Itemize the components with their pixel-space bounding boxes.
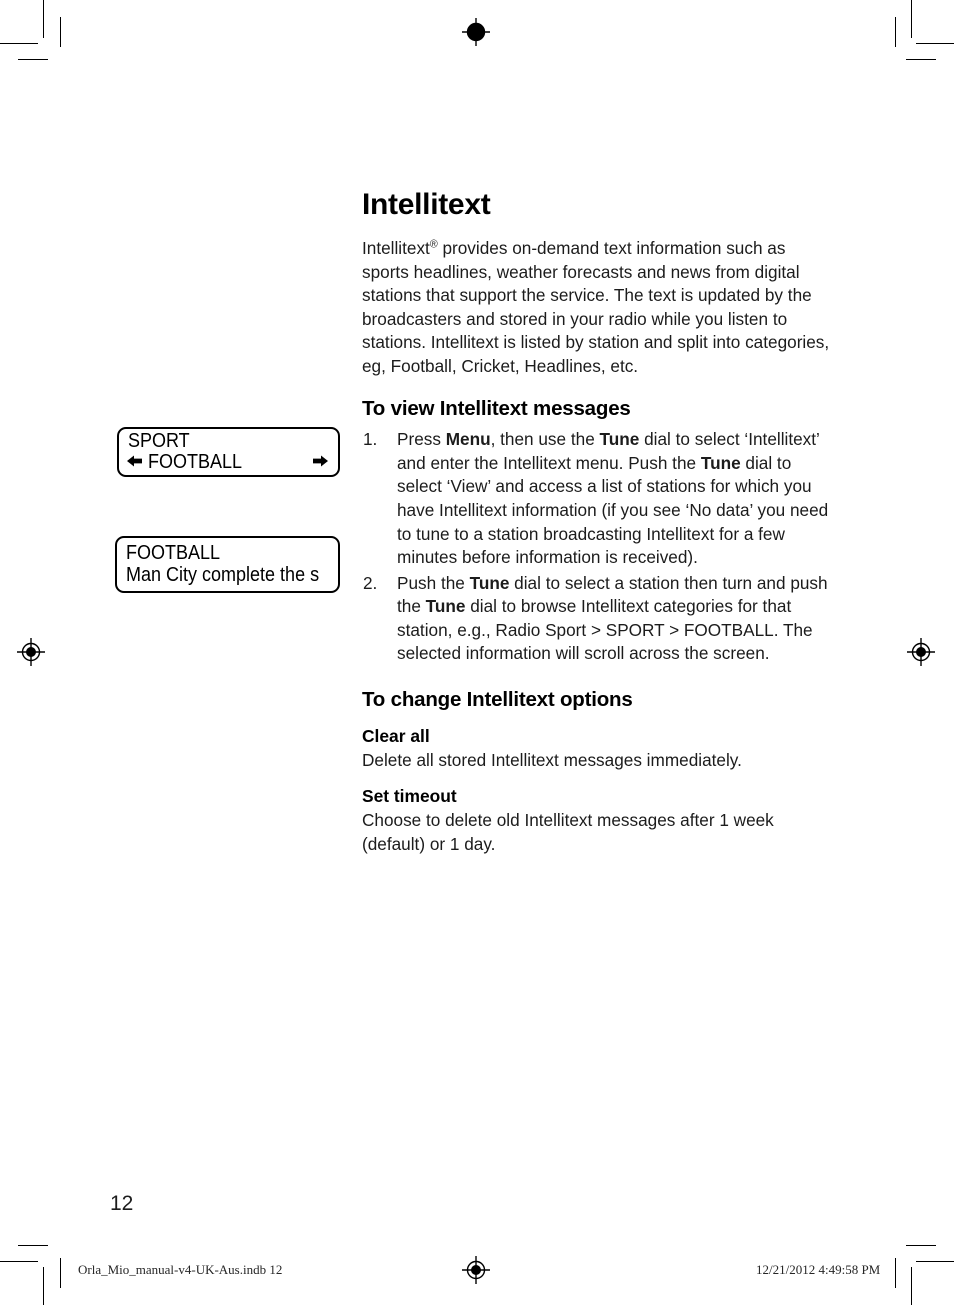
crop-mark-bottom-right-vertical — [911, 1267, 912, 1305]
step-number: 2. — [363, 572, 378, 593]
step-bold-tune-1: Tune — [599, 429, 640, 450]
crop-mark-bottom-right-horizontal — [916, 1261, 954, 1262]
crop-mark-bottom-right-inner-horizontal — [906, 1245, 936, 1246]
registration-mark-left — [16, 637, 46, 667]
list-item: 1. Press Menu, then use the Tune dial to … — [362, 428, 830, 570]
step-bold-menu: Menu — [445, 429, 491, 450]
page-title: Intellitext — [362, 188, 491, 221]
footer-file-name: Orla_Mio_manual-v4-UK-Aus.indb 12 — [78, 1262, 283, 1277]
crop-mark-bottom-left-inner-horizontal — [18, 1245, 48, 1246]
crop-mark-top-left-inner-vertical — [60, 17, 61, 47]
intro-paragraph: Intellitext® provides on-demand text inf… — [362, 237, 830, 379]
step-number: 1. — [363, 429, 378, 450]
manual-page: SPORT FOOTBALL FOOTBALL Man City complet… — [0, 0, 954, 1305]
step-bold-tune-1: Tune — [469, 572, 510, 593]
content-column: Intellitext Intellitext® provides on-dem… — [362, 188, 830, 856]
option-description-clear-all: Delete all stored Intellitext messages i… — [362, 749, 742, 770]
lcd1-line1: SPORT — [128, 430, 190, 452]
crop-mark-bottom-left-inner-vertical — [60, 1258, 61, 1288]
lcd-display-sport-football: SPORT FOOTBALL — [117, 427, 340, 477]
crop-mark-top-right-inner-horizontal — [906, 59, 936, 60]
intro-text-before: Intellitext — [362, 238, 430, 258]
lcd2-line1: FOOTBALL — [126, 542, 221, 564]
lcd1-line2: FOOTBALL — [148, 451, 243, 473]
option-description-set-timeout: Choose to delete old Intellitext message… — [362, 809, 774, 854]
crop-mark-top-left-inner-horizontal — [18, 59, 48, 60]
registered-trademark-icon: ® — [429, 238, 438, 251]
crop-mark-bottom-left-vertical — [43, 1267, 44, 1305]
step-bold-tune-2: Tune — [425, 596, 466, 617]
crop-mark-top-right-vertical — [911, 0, 912, 38]
option-label-set-timeout: Set timeout — [362, 786, 457, 807]
step-text-part1: Press — [397, 429, 446, 450]
crop-mark-top-right-horizontal — [916, 43, 954, 44]
crop-mark-top-right-inner-vertical — [895, 17, 896, 47]
registration-mark-bottom — [461, 1255, 491, 1285]
footer-timestamp: 12/21/2012 4:49:58 PM — [756, 1262, 881, 1277]
step-text-part2: , then use the — [490, 429, 600, 450]
lcd2-line2: Man City complete the s — [126, 564, 320, 586]
option-label-clear-all: Clear all — [362, 725, 430, 746]
options-section-heading: To change Intellitext options — [362, 688, 633, 712]
list-item: 2. Push the Tune dial to select a station… — [362, 572, 830, 666]
page-number: 12 — [110, 1192, 134, 1215]
step-bold-tune-2: Tune — [700, 452, 741, 473]
registration-mark-right — [906, 637, 936, 667]
crop-mark-bottom-right-inner-vertical — [895, 1258, 896, 1288]
step-text-part1: Push the — [397, 572, 470, 593]
view-steps-list: 1. Press Menu, then use the Tune dial to … — [362, 428, 830, 666]
view-section-heading: To view Intellitext messages — [362, 396, 631, 420]
intro-text-after: provides on-demand text information such… — [362, 238, 830, 376]
lcd-display-football-headline: FOOTBALL Man City complete the s — [115, 536, 340, 593]
registration-mark-top — [461, 17, 491, 47]
left-arrow-icon — [127, 452, 143, 473]
crop-mark-top-left-vertical — [43, 0, 44, 38]
right-arrow-icon — [312, 452, 328, 473]
crop-mark-top-left-horizontal — [0, 43, 38, 44]
crop-mark-bottom-left-horizontal — [0, 1261, 38, 1262]
